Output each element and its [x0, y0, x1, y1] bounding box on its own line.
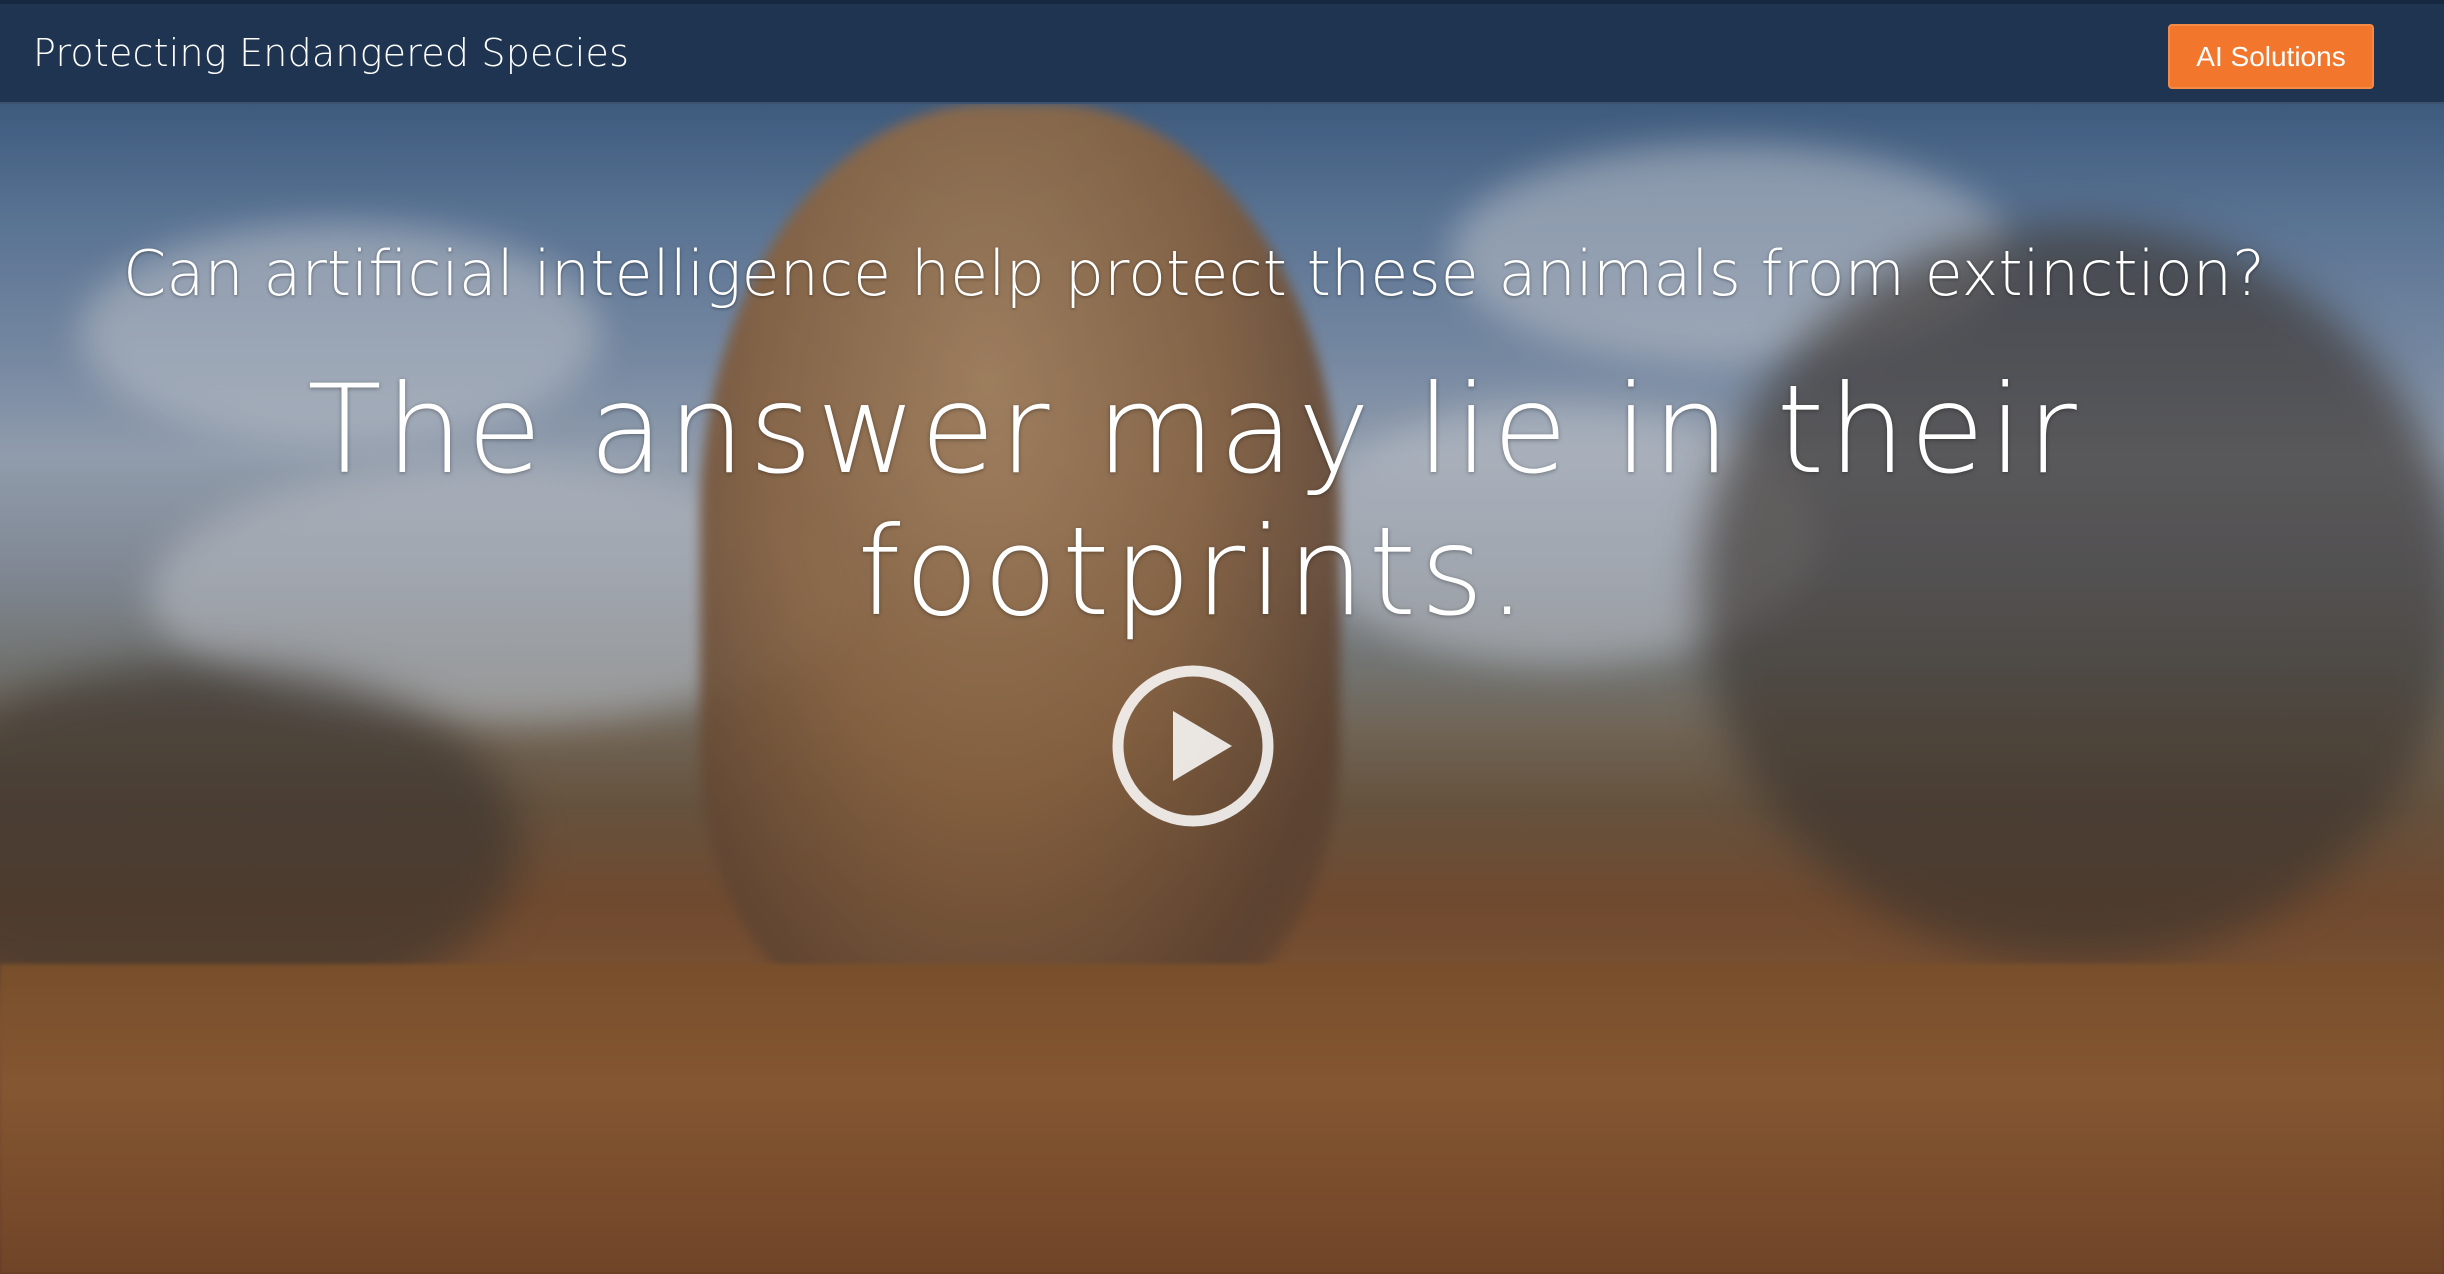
- hero-video-background: Can artificial intelligence help protect…: [0, 104, 2444, 1274]
- site-title: Protecting Endangered Species: [33, 31, 630, 75]
- play-button[interactable]: [1110, 663, 1276, 829]
- hero-answer: The answer may lie in their footprints.: [307, 359, 2081, 643]
- ai-solutions-button[interactable]: AI Solutions: [2168, 24, 2374, 89]
- play-icon: [1112, 665, 1274, 827]
- top-navigation-bar: Protecting Endangered Species AI Solutio…: [0, 0, 2444, 104]
- hero-question: Can artificial intelligence help protect…: [123, 237, 2265, 310]
